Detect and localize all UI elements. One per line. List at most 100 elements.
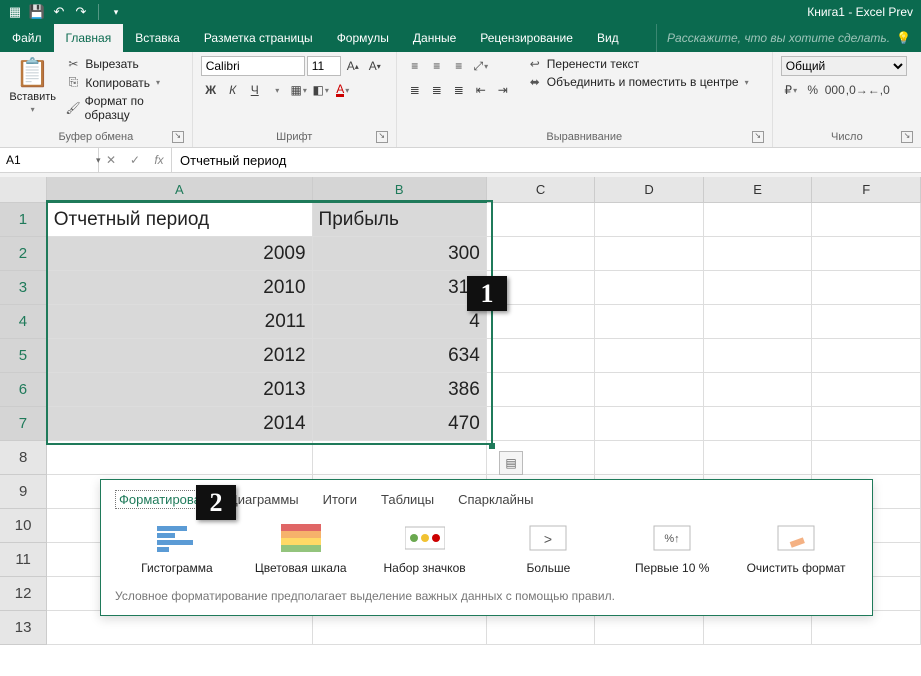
- qa-item-top10[interactable]: %↑ Первые 10 %: [617, 523, 727, 575]
- decrease-decimal-button[interactable]: ←,0: [869, 80, 889, 100]
- qa-tab-sparklines[interactable]: Спарклайны: [458, 490, 533, 509]
- cell-E4[interactable]: [703, 305, 812, 339]
- clipboard-launcher[interactable]: ↘: [172, 131, 184, 143]
- cell-A2[interactable]: 2009: [47, 237, 312, 271]
- border-button[interactable]: ▦▾: [289, 80, 309, 100]
- accept-formula-button[interactable]: ✓: [123, 153, 147, 167]
- cut-button[interactable]: ✂Вырезать: [63, 56, 183, 72]
- cell-C6[interactable]: [486, 373, 595, 407]
- qa-item-databar[interactable]: Гистограмма: [122, 523, 232, 575]
- undo-icon[interactable]: ↶: [50, 3, 68, 21]
- cell-F3[interactable]: [812, 271, 921, 305]
- italic-button[interactable]: К: [223, 80, 243, 100]
- qa-item-greater[interactable]: > Больше: [493, 523, 603, 575]
- row-header-12[interactable]: 12: [0, 577, 47, 611]
- cell-E8[interactable]: [703, 441, 812, 475]
- indent-inc-button[interactable]: ⇥: [493, 80, 513, 100]
- tab-file[interactable]: Файл: [0, 24, 54, 52]
- align-top-button[interactable]: ≡: [405, 56, 425, 76]
- row-header-11[interactable]: 11: [0, 543, 47, 577]
- cell-B3[interactable]: 315: [312, 271, 486, 305]
- format-painter-button[interactable]: 🖌Формат по образцу: [63, 93, 183, 123]
- cell-D3[interactable]: [595, 271, 704, 305]
- cell-E6[interactable]: [703, 373, 812, 407]
- percent-format-button[interactable]: %: [803, 80, 823, 100]
- cell-A4[interactable]: 2011: [47, 305, 312, 339]
- merge-center-button[interactable]: ⬌Объединить и поместить в центре▾: [525, 74, 751, 90]
- bold-button[interactable]: Ж: [201, 80, 221, 100]
- cell-E1[interactable]: [703, 202, 812, 237]
- cell-B5[interactable]: 634: [312, 339, 486, 373]
- comma-format-button[interactable]: 000: [825, 80, 845, 100]
- row-header-8[interactable]: 8: [0, 441, 47, 475]
- cell-F7[interactable]: [812, 407, 921, 441]
- align-middle-button[interactable]: ≡: [427, 56, 447, 76]
- tab-data[interactable]: Данные: [401, 24, 468, 52]
- row-header-5[interactable]: 5: [0, 339, 47, 373]
- qa-item-iconset[interactable]: Набор значков: [370, 523, 480, 575]
- font-color-button[interactable]: A▾: [333, 80, 353, 100]
- qa-tab-formatting[interactable]: Форматирова: [115, 490, 205, 509]
- align-center-button[interactable]: ≣: [427, 80, 447, 100]
- fill-color-button[interactable]: ◧▾: [311, 80, 331, 100]
- spreadsheet-grid[interactable]: ABCDEF1Отчетный периодПрибыль22009300320…: [0, 177, 921, 676]
- number-launcher[interactable]: ↘: [901, 131, 913, 143]
- cell-D2[interactable]: [595, 237, 704, 271]
- row-header-3[interactable]: 3: [0, 271, 47, 305]
- cell-B7[interactable]: 470: [312, 407, 486, 441]
- formula-input[interactable]: [172, 148, 921, 172]
- accounting-format-button[interactable]: ₽▾: [781, 80, 801, 100]
- cell-E5[interactable]: [703, 339, 812, 373]
- col-header-B[interactable]: B: [312, 177, 486, 202]
- row-header-7[interactable]: 7: [0, 407, 47, 441]
- cell-F6[interactable]: [812, 373, 921, 407]
- cell-A8[interactable]: [47, 441, 312, 475]
- cell-C5[interactable]: [486, 339, 595, 373]
- align-left-button[interactable]: ≣: [405, 80, 425, 100]
- tab-home[interactable]: Главная: [54, 24, 124, 52]
- wrap-text-button[interactable]: ↩Перенести текст: [525, 56, 751, 72]
- align-bottom-button[interactable]: ≡: [449, 56, 469, 76]
- font-name-input[interactable]: [201, 56, 305, 76]
- cell-B1[interactable]: Прибыль: [312, 202, 486, 237]
- cell-D1[interactable]: [595, 202, 704, 237]
- cell-E2[interactable]: [703, 237, 812, 271]
- tab-formulas[interactable]: Формулы: [325, 24, 401, 52]
- cell-F4[interactable]: [812, 305, 921, 339]
- align-right-button[interactable]: ≣: [449, 80, 469, 100]
- row-header-13[interactable]: 13: [0, 611, 47, 645]
- cell-B4[interactable]: 4: [312, 305, 486, 339]
- fx-button[interactable]: fx: [147, 153, 171, 167]
- increase-decimal-button[interactable]: ,0→: [847, 80, 867, 100]
- cell-C7[interactable]: [486, 407, 595, 441]
- col-header-E[interactable]: E: [703, 177, 812, 202]
- grow-font-button[interactable]: A▴: [343, 56, 363, 76]
- cell-B6[interactable]: 386: [312, 373, 486, 407]
- tab-review[interactable]: Рецензирование: [468, 24, 585, 52]
- font-launcher[interactable]: ↘: [376, 131, 388, 143]
- tab-page-layout[interactable]: Разметка страницы: [192, 24, 325, 52]
- col-header-F[interactable]: F: [812, 177, 921, 202]
- cell-F1[interactable]: [812, 202, 921, 237]
- cell-F2[interactable]: [812, 237, 921, 271]
- cell-A3[interactable]: 2010: [47, 271, 312, 305]
- row-header-10[interactable]: 10: [0, 509, 47, 543]
- cell-B2[interactable]: 300: [312, 237, 486, 271]
- row-header-2[interactable]: 2: [0, 237, 47, 271]
- cell-F8[interactable]: [812, 441, 921, 475]
- col-header-D[interactable]: D: [595, 177, 704, 202]
- qa-item-colorscale[interactable]: Цветовая шкала: [246, 523, 356, 575]
- cell-F5[interactable]: [812, 339, 921, 373]
- row-header-9[interactable]: 9: [0, 475, 47, 509]
- cell-A5[interactable]: 2012: [47, 339, 312, 373]
- cell-D6[interactable]: [595, 373, 704, 407]
- font-size-input[interactable]: [307, 56, 341, 76]
- paste-button[interactable]: 📋 Вставить▾: [8, 56, 57, 115]
- cell-D8[interactable]: [595, 441, 704, 475]
- qa-tab-totals[interactable]: Итоги: [323, 490, 357, 509]
- qat-customize-icon[interactable]: ▾: [107, 3, 125, 21]
- tab-insert[interactable]: Вставка: [123, 24, 192, 52]
- row-header-6[interactable]: 6: [0, 373, 47, 407]
- cell-A1[interactable]: Отчетный период: [47, 202, 312, 237]
- cell-D4[interactable]: [595, 305, 704, 339]
